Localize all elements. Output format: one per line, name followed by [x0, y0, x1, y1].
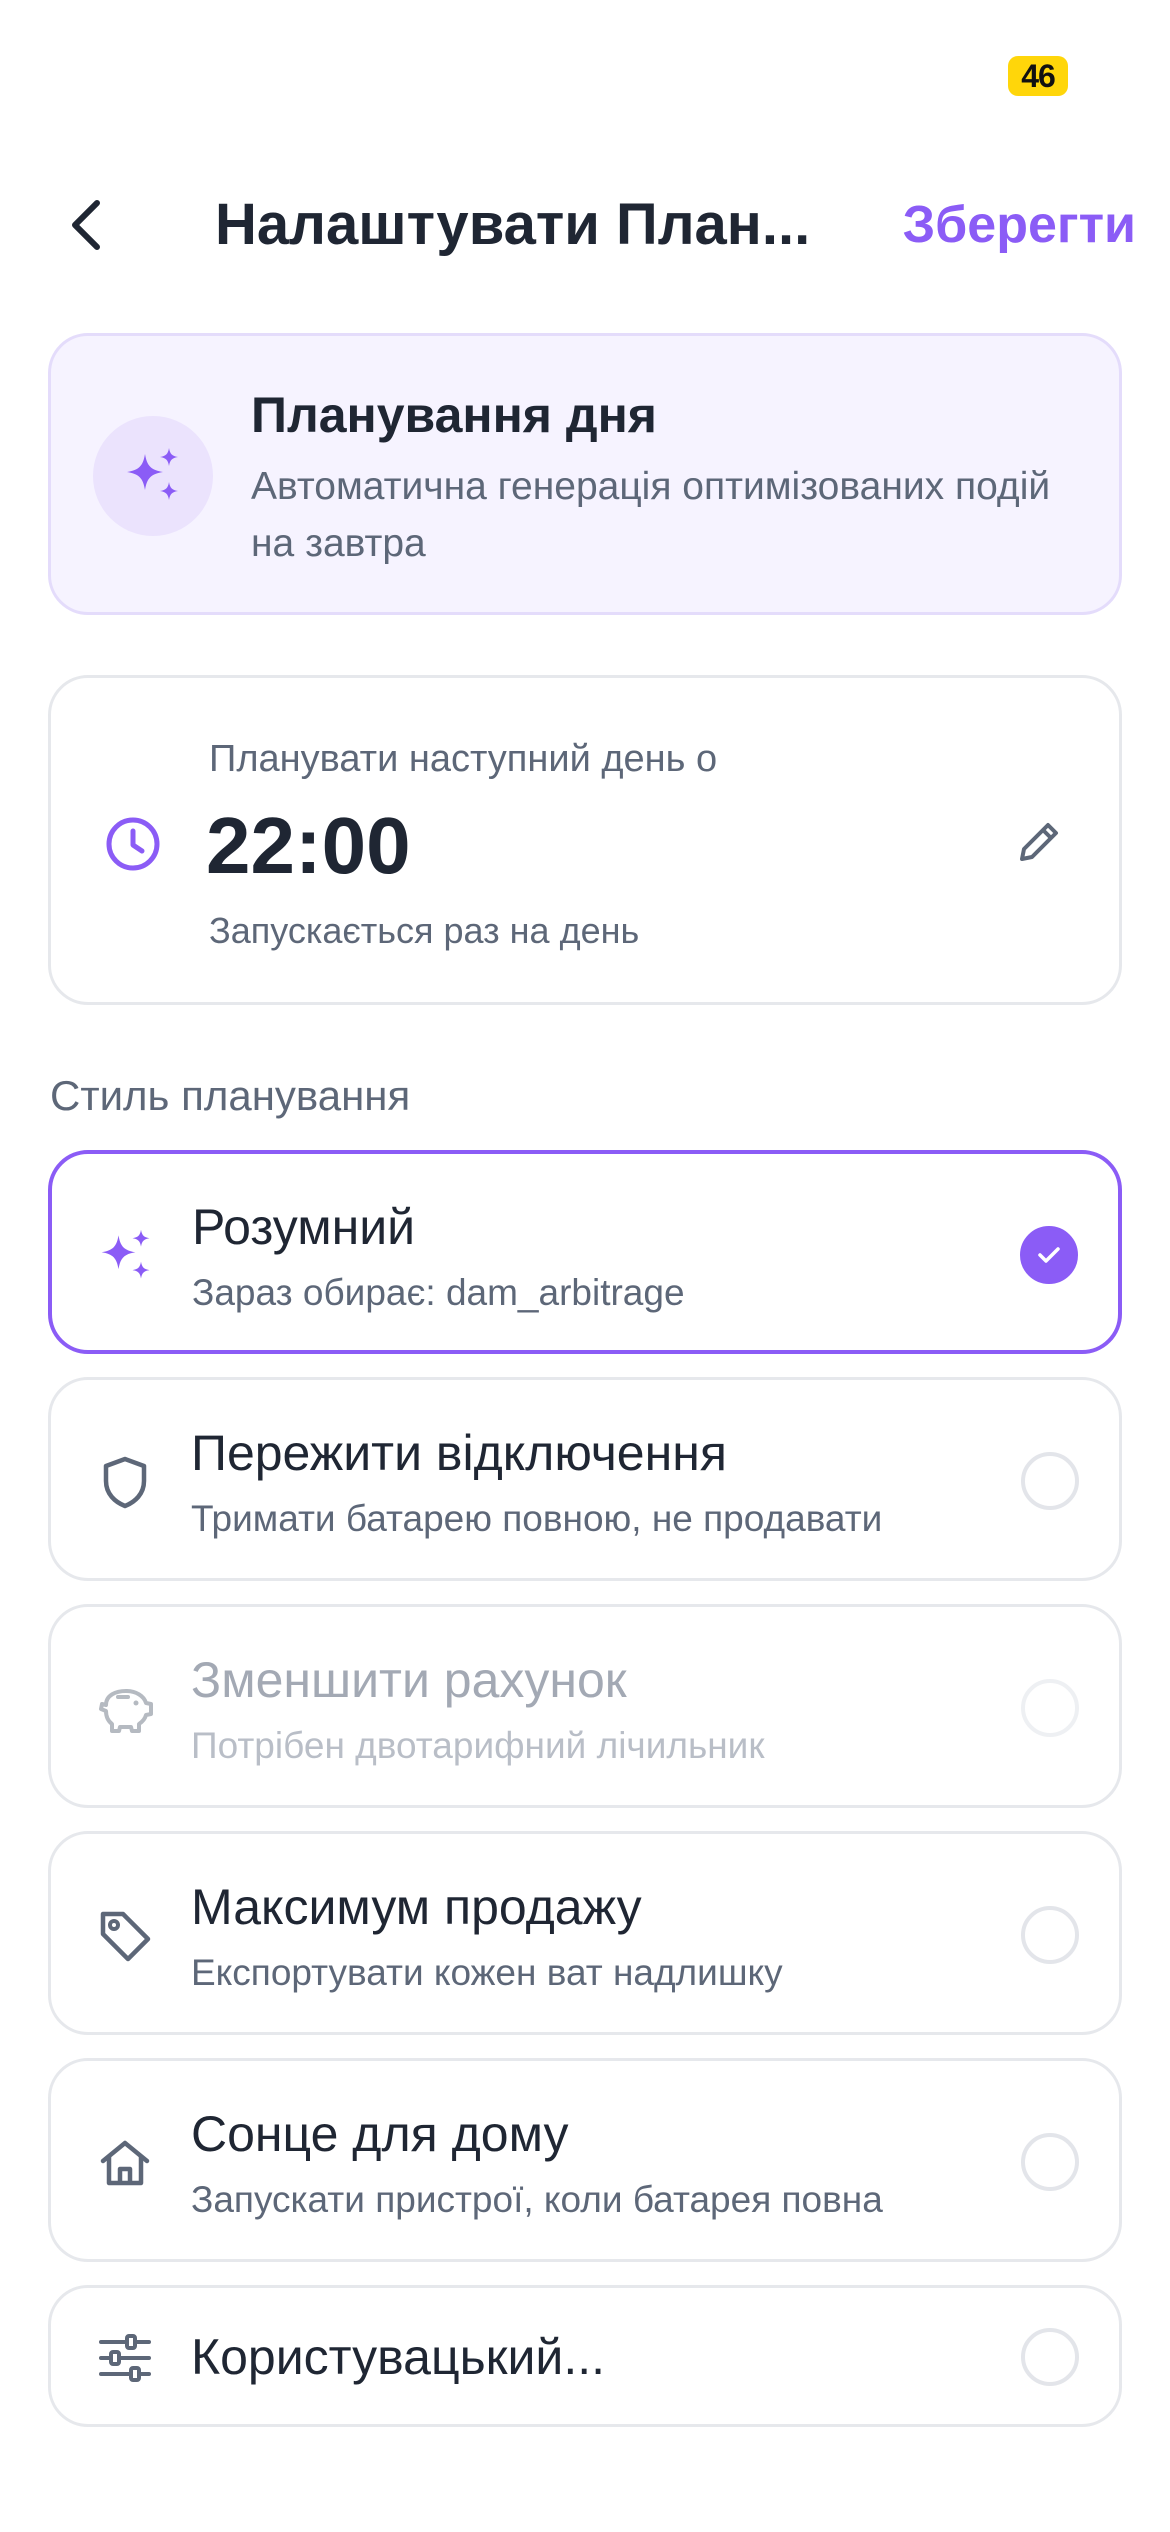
option-radio-disabled — [1021, 1679, 1079, 1737]
sparkles-icon — [127, 448, 178, 500]
planning-style-section-label: Стиль планування — [50, 1072, 411, 1119]
option-radio[interactable] — [1021, 2328, 1079, 2386]
pencil-icon — [1020, 823, 1058, 861]
hero-subtitle: Автоматична генерація оптимізованих поді… — [251, 465, 1051, 565]
option-title: Користувацький... — [191, 2329, 606, 2385]
option-radio[interactable] — [1021, 1906, 1079, 1964]
option-title: Розумний — [192, 1199, 416, 1255]
schedule-label: Планувати наступний день о — [209, 738, 718, 780]
option-subtitle: Запускати пристрої, коли батарея повна — [191, 2179, 883, 2220]
check-icon — [1038, 1247, 1060, 1263]
tag-icon — [100, 1911, 151, 1962]
option-subtitle: Тримати батарею повною, не продавати — [191, 1498, 883, 1539]
day-planning-info-card: Планування дня Автоматична генерація опт… — [48, 333, 1122, 615]
piggy-bank-icon — [99, 1689, 153, 1733]
option-smart[interactable]: Розумний Зараз обирає: dam_arbitrage — [48, 1150, 1122, 1354]
option-radio-selected[interactable] — [1020, 1226, 1078, 1284]
hero-icon-container — [93, 416, 213, 536]
option-custom[interactable]: Користувацький... — [48, 2285, 1122, 2427]
clock-icon — [106, 817, 160, 871]
status-bar: 46 — [0, 0, 1170, 150]
option-title: Зменшити рахунок — [191, 1652, 627, 1708]
save-button[interactable]: Зберегти — [903, 190, 1136, 260]
option-sun-for-home[interactable]: Сонце для дому Запускати пристрої, коли … — [48, 2058, 1122, 2262]
option-title: Максимум продажу — [191, 1879, 642, 1935]
schedule-time-card: Планувати наступний день о 22:00 Запуска… — [48, 675, 1122, 1005]
home-icon — [100, 2140, 150, 2186]
option-radio[interactable] — [1021, 2133, 1079, 2191]
chevron-left-icon — [72, 200, 100, 250]
hero-title: Планування дня — [251, 387, 657, 443]
edit-time-button[interactable] — [1007, 810, 1071, 874]
option-reduce-bill[interactable]: Зменшити рахунок Потрібен двотарифний лі… — [48, 1604, 1122, 1808]
nav-header: Налаштувати План... Зберегти — [0, 170, 1170, 280]
battery-level: 46 — [1008, 56, 1068, 96]
option-title: Пережити відключення — [191, 1425, 727, 1481]
option-title: Сонце для дому — [191, 2106, 569, 2162]
page-title: Налаштувати План... — [215, 192, 811, 257]
shield-icon — [103, 1456, 147, 1509]
sparkles-icon — [101, 1229, 150, 1279]
option-max-sale[interactable]: Максимум продажу Експортувати кожен ват … — [48, 1831, 1122, 2035]
option-subtitle: Експортувати кожен ват надлишку — [191, 1952, 783, 1993]
back-button[interactable] — [52, 192, 118, 258]
option-subtitle: Потрібен двотарифний лічильник — [191, 1725, 765, 1766]
schedule-note: Запускається раз на день — [209, 910, 640, 951]
schedule-time: 22:00 — [206, 801, 411, 890]
option-radio[interactable] — [1021, 1452, 1079, 1510]
option-survive-outage[interactable]: Пережити відключення Тримати батарею пов… — [48, 1377, 1122, 1581]
sliders-icon — [99, 2334, 151, 2382]
option-subtitle: Зараз обирає: dam_arbitrage — [192, 1272, 685, 1313]
